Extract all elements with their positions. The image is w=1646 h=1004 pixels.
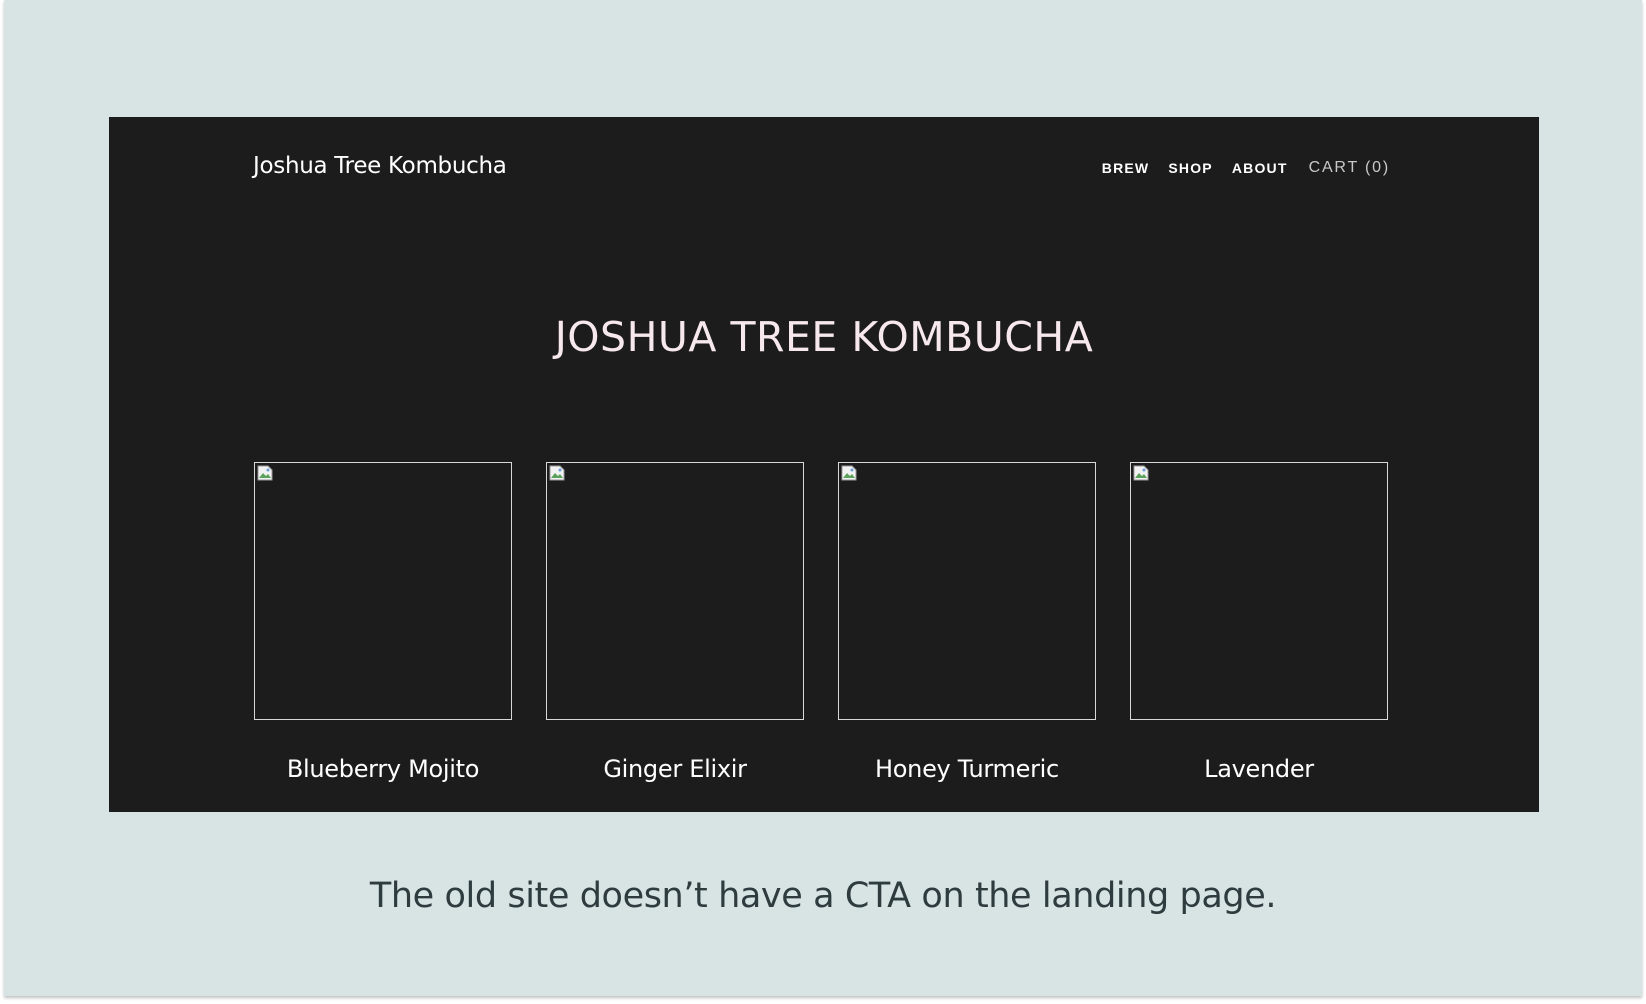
nav-link-about[interactable]: ABOUT bbox=[1232, 160, 1288, 176]
hero-title: JOSHUA TREE KOMBUCHA bbox=[554, 313, 1094, 361]
product-grid: Blueberry Mojito Ginger Elixir Honey Tur… bbox=[254, 462, 1388, 783]
slide-caption: The old site doesn’t have a CTA on the l… bbox=[369, 876, 1277, 916]
product-card-honey-turmeric[interactable]: Honey Turmeric bbox=[838, 462, 1096, 783]
slide: Joshua Tree Kombucha BREW SHOP ABOUT CAR… bbox=[4, 0, 1642, 996]
product-name[interactable]: Ginger Elixir bbox=[546, 755, 804, 783]
product-image[interactable] bbox=[838, 462, 1096, 720]
product-card-blueberry-mojito[interactable]: Blueberry Mojito bbox=[254, 462, 512, 783]
broken-image-icon bbox=[1133, 465, 1149, 481]
nav-link-shop[interactable]: SHOP bbox=[1168, 160, 1212, 176]
nav-link-brew[interactable]: BREW bbox=[1102, 160, 1150, 176]
product-card-lavender[interactable]: Lavender bbox=[1130, 462, 1388, 783]
product-image[interactable] bbox=[1130, 462, 1388, 720]
product-image[interactable] bbox=[546, 462, 804, 720]
website-screenshot: Joshua Tree Kombucha BREW SHOP ABOUT CAR… bbox=[109, 117, 1539, 812]
product-name[interactable]: Lavender bbox=[1130, 755, 1388, 783]
product-name[interactable]: Honey Turmeric bbox=[838, 755, 1096, 783]
brand-logo-link[interactable]: Joshua Tree Kombucha bbox=[253, 153, 507, 179]
main-nav: BREW SHOP ABOUT CART (0) bbox=[1102, 159, 1390, 177]
broken-image-icon bbox=[841, 465, 857, 481]
product-name[interactable]: Blueberry Mojito bbox=[254, 755, 512, 783]
product-card-ginger-elixir[interactable]: Ginger Elixir bbox=[546, 462, 804, 783]
broken-image-icon bbox=[549, 465, 565, 481]
cart-link[interactable]: CART (0) bbox=[1309, 159, 1390, 177]
product-image[interactable] bbox=[254, 462, 512, 720]
broken-image-icon bbox=[257, 465, 273, 481]
